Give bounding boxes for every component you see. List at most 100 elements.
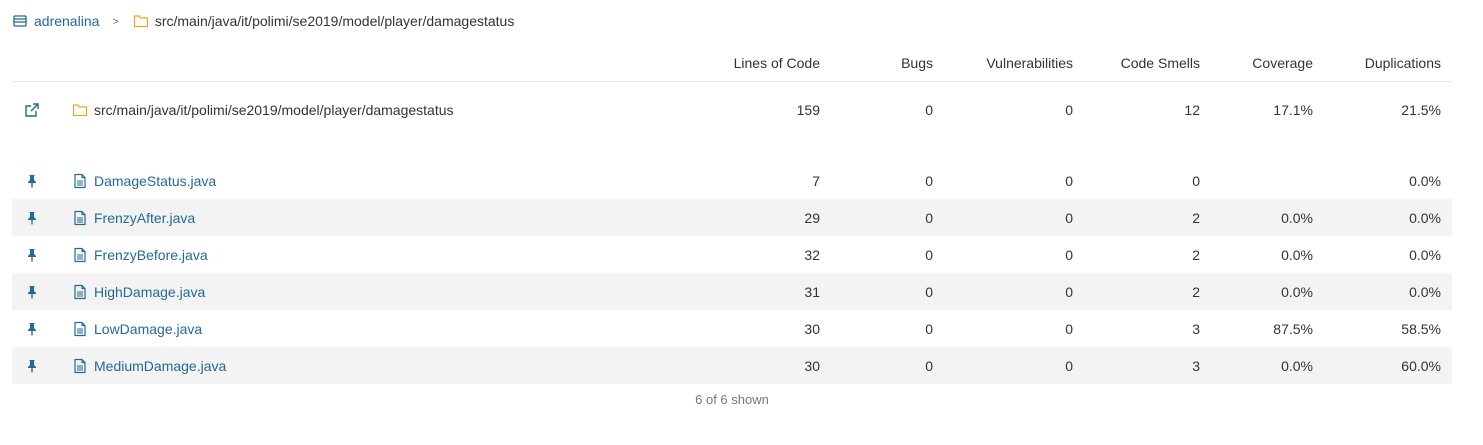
column-header-vulnerabilities[interactable]: Vulnerabilities <box>947 44 1073 81</box>
pin-button[interactable] <box>22 310 42 347</box>
file-name-cell: LowDamage.java <box>72 310 632 347</box>
vulnerabilities-value[interactable]: 0 <box>947 310 1073 347</box>
file-name: MediumDamage.java <box>94 357 227 374</box>
file-link[interactable]: FrenzyAfter.java <box>72 210 195 226</box>
coverage-value[interactable]: 0.0% <box>1212 199 1313 236</box>
pin-icon <box>24 284 40 300</box>
file-link[interactable]: LowDamage.java <box>72 321 202 337</box>
file-link[interactable]: FrenzyBefore.java <box>72 247 208 263</box>
vulnerabilities-value[interactable]: 0 <box>947 162 1073 199</box>
lines-of-code-value[interactable]: 30 <box>662 347 820 384</box>
vulnerabilities-value[interactable]: 0 <box>947 273 1073 310</box>
code-smells-value[interactable]: 2 <box>1087 236 1200 273</box>
file-link[interactable]: HighDamage.java <box>72 284 205 300</box>
coverage-value[interactable]: 0.0% <box>1212 347 1313 384</box>
code-smells-value[interactable]: 3 <box>1087 310 1200 347</box>
breadcrumb-current: src/main/java/it/polimi/se2019/model/pla… <box>133 13 515 29</box>
lines-of-code-value[interactable]: 30 <box>662 310 820 347</box>
code-smells-value[interactable]: 2 <box>1087 199 1200 236</box>
breadcrumb-current-path: src/main/java/it/polimi/se2019/model/pla… <box>154 13 515 29</box>
duplications-value[interactable]: 0.0% <box>1327 199 1441 236</box>
lines-of-code-value[interactable]: 29 <box>662 199 820 236</box>
pin-icon <box>24 173 40 189</box>
bugs-value[interactable]: 0 <box>832 162 933 199</box>
bugs-value[interactable]: 0 <box>832 273 933 310</box>
breadcrumb-project-link[interactable]: adrenalina <box>12 13 99 29</box>
project-icon <box>12 13 28 29</box>
file-name: FrenzyBefore.java <box>94 246 208 263</box>
breadcrumb: adrenalina > src/main/java/it/polimi/se2… <box>12 12 514 30</box>
table-row: FrenzyBefore.java 32 0 0 2 0.0% 0.0% <box>12 236 1452 273</box>
base-lines-of-code[interactable]: 159 <box>662 82 820 138</box>
file-link[interactable]: MediumDamage.java <box>72 358 226 374</box>
lines-of-code-value[interactable]: 7 <box>662 162 820 199</box>
external-link-icon <box>24 102 40 118</box>
coverage-value[interactable]: 0.0% <box>1212 273 1313 310</box>
file-icon <box>72 321 88 337</box>
file-icon <box>72 284 88 300</box>
table-header-row: Lines of Code Bugs Vulnerabilities Code … <box>12 44 1452 82</box>
pin-icon <box>24 358 40 374</box>
file-name: FrenzyAfter.java <box>94 209 196 226</box>
file-name-cell: DamageStatus.java <box>72 162 632 199</box>
pin-icon <box>24 321 40 337</box>
file-link[interactable]: DamageStatus.java <box>72 173 216 189</box>
base-coverage[interactable]: 17.1% <box>1212 82 1313 138</box>
table-row: MediumDamage.java 30 0 0 3 0.0% 60.0% <box>12 347 1452 384</box>
pin-button[interactable] <box>22 273 42 310</box>
coverage-value[interactable] <box>1212 162 1313 199</box>
table-row: FrenzyAfter.java 29 0 0 2 0.0% 0.0% <box>12 199 1452 236</box>
coverage-value[interactable]: 0.0% <box>1212 236 1313 273</box>
pin-button[interactable] <box>22 162 42 199</box>
base-bugs[interactable]: 0 <box>832 82 933 138</box>
base-duplications[interactable]: 21.5% <box>1327 82 1441 138</box>
column-header-lines-of-code[interactable]: Lines of Code <box>662 44 820 81</box>
table-row: DamageStatus.java 7 0 0 0 0.0% <box>12 162 1452 199</box>
vulnerabilities-value[interactable]: 0 <box>947 199 1073 236</box>
base-vulnerabilities[interactable]: 0 <box>947 82 1073 138</box>
duplications-value[interactable]: 0.0% <box>1327 236 1441 273</box>
file-icon <box>72 358 88 374</box>
duplications-value[interactable]: 60.0% <box>1327 347 1441 384</box>
measures-table: Lines of Code Bugs Vulnerabilities Code … <box>12 44 1452 384</box>
duplications-value[interactable]: 0.0% <box>1327 273 1441 310</box>
lines-of-code-value[interactable]: 31 <box>662 273 820 310</box>
base-component-name: src/main/java/it/polimi/se2019/model/pla… <box>72 82 632 138</box>
lines-of-code-value[interactable]: 32 <box>662 236 820 273</box>
pin-button[interactable] <box>22 199 42 236</box>
bugs-value[interactable]: 0 <box>832 199 933 236</box>
open-component-button[interactable] <box>22 82 42 138</box>
bugs-value[interactable]: 0 <box>832 310 933 347</box>
file-icon <box>72 247 88 263</box>
file-icon <box>72 173 88 189</box>
duplications-value[interactable]: 58.5% <box>1327 310 1441 347</box>
column-header-bugs[interactable]: Bugs <box>832 44 933 81</box>
pin-button[interactable] <box>22 347 42 384</box>
coverage-value[interactable]: 87.5% <box>1212 310 1313 347</box>
base-component-label: src/main/java/it/polimi/se2019/model/pla… <box>94 102 454 118</box>
code-smells-value[interactable]: 3 <box>1087 347 1200 384</box>
vulnerabilities-value[interactable]: 0 <box>947 347 1073 384</box>
breadcrumb-separator: > <box>112 16 119 28</box>
bugs-value[interactable]: 0 <box>832 236 933 273</box>
duplications-value[interactable]: 0.0% <box>1327 162 1441 199</box>
table-row: HighDamage.java 31 0 0 2 0.0% 0.0% <box>12 273 1452 310</box>
file-name-cell: MediumDamage.java <box>72 347 632 384</box>
column-header-duplications[interactable]: Duplications <box>1327 44 1441 81</box>
vulnerabilities-value[interactable]: 0 <box>947 236 1073 273</box>
pin-button[interactable] <box>22 236 42 273</box>
file-icon <box>72 210 88 226</box>
base-code-smells[interactable]: 12 <box>1087 82 1200 138</box>
column-header-code-smells[interactable]: Code Smells <box>1087 44 1200 81</box>
column-header-coverage[interactable]: Coverage <box>1212 44 1313 81</box>
file-name-cell: FrenzyBefore.java <box>72 236 632 273</box>
code-measures-page: adrenalina > src/main/java/it/polimi/se2… <box>0 0 1483 445</box>
table-spacer <box>12 138 1452 162</box>
table-row: LowDamage.java 30 0 0 3 87.5% 58.5% <box>12 310 1452 347</box>
folder-icon <box>133 13 149 29</box>
bugs-value[interactable]: 0 <box>832 347 933 384</box>
code-smells-value[interactable]: 0 <box>1087 162 1200 199</box>
base-component-row: src/main/java/it/polimi/se2019/model/pla… <box>12 82 1452 138</box>
file-name-cell: HighDamage.java <box>72 273 632 310</box>
code-smells-value[interactable]: 2 <box>1087 273 1200 310</box>
